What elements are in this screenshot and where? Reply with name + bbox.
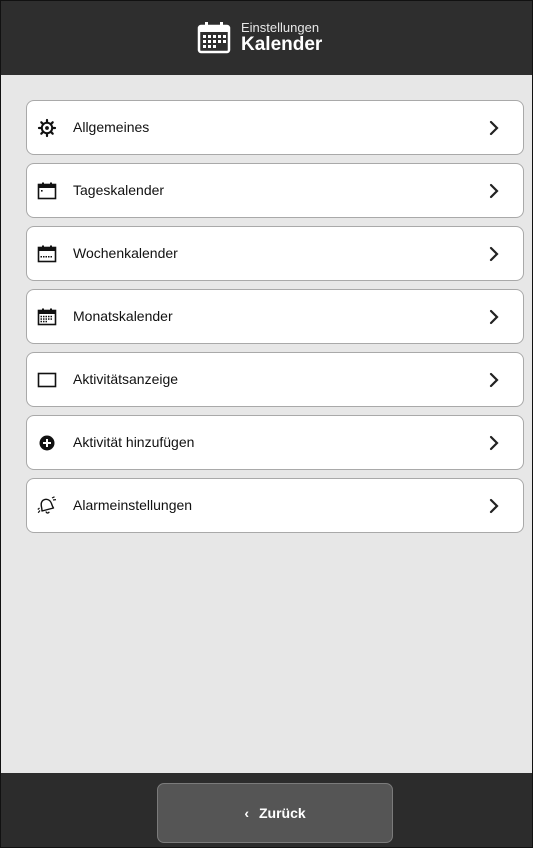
menu-item-aktivitaet-hinzufuegen[interactable]: Aktivität hinzufügen [26, 415, 524, 470]
day-calendar-icon [37, 182, 57, 200]
header-text: Einstellungen Kalender [241, 21, 322, 55]
chevron-right-icon [489, 120, 499, 136]
menu-item-allgemeines[interactable]: Allgemeines [26, 100, 524, 155]
menu-item-label: Allgemeines [73, 119, 150, 135]
menu-item-label: Monatskalender [73, 308, 173, 324]
footer-bar: ‹ Zurück [1, 773, 532, 847]
screen: Einstellungen Kalender Allgemeines Tages… [0, 0, 533, 848]
chevron-right-icon [489, 309, 499, 325]
chevron-left-icon: ‹ [244, 805, 249, 821]
menu-item-label: Wochenkalender [73, 245, 178, 261]
calendar-grid-icon [197, 22, 231, 54]
page-title: Kalender [241, 33, 323, 55]
alarm-settings-icon [37, 496, 57, 514]
chevron-right-icon [489, 246, 499, 262]
menu-item-aktivitaetsanzeige[interactable]: Aktivitätsanzeige [26, 352, 524, 407]
back-button[interactable]: ‹ Zurück [157, 783, 393, 843]
add-activity-icon [39, 435, 55, 451]
activity-display-icon [37, 372, 57, 388]
menu-item-label: Tageskalender [73, 182, 165, 198]
menu-item-label: Alarmeinstellungen [73, 497, 193, 513]
menu-item-monatskalender[interactable]: Monatskalender [26, 289, 524, 344]
week-calendar-icon [37, 245, 57, 263]
header-bar: Einstellungen Kalender [1, 1, 532, 75]
menu-item-wochenkalender[interactable]: Wochenkalender [26, 226, 524, 281]
header-subtitle: Einstellungen [241, 20, 320, 36]
back-button-label: Zurück [258, 805, 306, 821]
header-content: Einstellungen Kalender [197, 21, 322, 55]
menu-item-label: Aktivität hinzufügen [73, 434, 195, 450]
chevron-right-icon [489, 435, 499, 451]
month-calendar-icon [37, 308, 57, 326]
chevron-right-icon [489, 183, 499, 199]
menu-item-label: Aktivitätsanzeige [73, 371, 179, 387]
settings-menu: Allgemeines Tageskalender Wochenkalender… [26, 100, 524, 541]
chevron-right-icon [489, 372, 499, 388]
chevron-right-icon [489, 498, 499, 514]
menu-item-alarmeinstellungen[interactable]: Alarmeinstellungen [26, 478, 524, 533]
menu-item-tageskalender[interactable]: Tageskalender [26, 163, 524, 218]
gear-icon [37, 118, 57, 138]
